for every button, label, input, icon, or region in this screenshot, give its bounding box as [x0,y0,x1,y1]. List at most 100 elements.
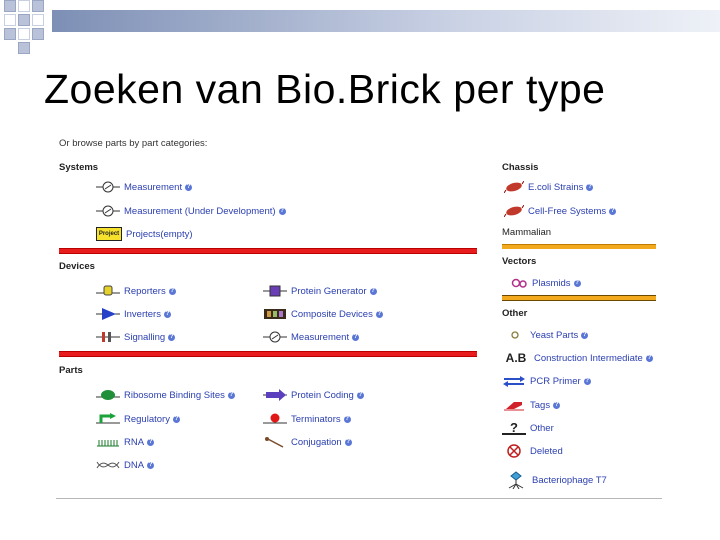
category-label: Composite Devices [291,308,373,320]
help-icon[interactable]: ? [343,415,351,423]
section-systems: Systems [59,162,99,173]
decor-square [18,0,30,12]
category-label: Measurement [291,331,350,343]
category-label: Plasmids [532,277,571,289]
help-icon[interactable]: ? [278,207,286,215]
conjugation-icon [263,436,287,448]
category-label: Regulatory [124,413,170,425]
decor-square [32,14,44,26]
category-link-terminators[interactable]: Terminators ? [263,412,351,426]
decor-square [18,14,30,26]
help-icon[interactable]: ? [583,377,591,385]
category-link-projects[interactable]: Project Projects(empty) [96,227,193,241]
section-vectors: Vectors [502,256,537,267]
help-icon[interactable]: ? [185,183,193,191]
help-icon[interactable]: ? [581,331,589,339]
title-bar-gradient [52,10,720,32]
section-mammalian: Mammalian [502,227,552,238]
category-link-plasmids[interactable]: Plasmids ? [510,276,581,290]
help-icon[interactable]: ? [168,287,176,295]
category-link-regulatory[interactable]: Regulatory ? [96,412,180,426]
help-icon[interactable]: ? [147,438,155,446]
help-icon[interactable]: ? [369,287,377,295]
category-link-dna[interactable]: DNA ? [96,458,155,472]
measurement-icon [263,331,287,343]
help-icon[interactable]: ? [147,461,155,469]
category-link-signalling[interactable]: Signalling ? [96,330,176,344]
category-label: Ribosome Binding Sites [124,389,225,401]
help-icon[interactable]: ? [168,333,176,341]
project-icon: Project [96,227,122,241]
category-link-reporters[interactable]: Reporters ? [96,284,176,298]
help-icon[interactable]: ? [553,401,561,409]
question-icon: ? [502,420,526,435]
help-icon[interactable]: ? [344,438,352,446]
help-icon[interactable]: ? [356,391,364,399]
category-label: PCR Primer [530,375,581,387]
category-link-cell-free-systems[interactable]: Cell-Free Systems ? [504,204,617,218]
category-link-measurement-device[interactable]: Measurement ? [263,330,360,344]
category-link-measurement-under-development[interactable]: Measurement (Under Development) ? [96,204,286,218]
section-divider-orange [502,295,656,301]
help-icon[interactable]: ? [352,333,360,341]
category-label: Protein Generator [291,285,367,297]
category-label: Measurement [124,181,183,193]
category-link-protein-coding[interactable]: Protein Coding ? [263,388,364,402]
reporter-icon [96,285,120,297]
decor-square [4,14,16,26]
help-icon[interactable]: ? [227,391,235,399]
tag-icon [502,399,526,411]
category-link-deleted[interactable]: Deleted [502,444,563,458]
help-icon[interactable]: ? [645,354,653,362]
measurement-icon [96,181,120,193]
category-label: Yeast Parts [530,329,579,341]
section-divider-orange [502,244,656,249]
panel-bottom-divider [56,498,662,499]
category-label: Measurement (Under Development) [124,205,276,217]
parts-browser-panel: Or browse parts by part categories: Syst… [56,134,664,506]
help-icon[interactable]: ? [573,279,581,287]
category-link-bacteriophage-t7[interactable]: Bacteriophage T7 [504,471,607,489]
help-icon[interactable]: ? [375,310,383,318]
measurement-icon [96,205,120,217]
category-link-composite-devices[interactable]: Composite Devices ? [263,307,383,321]
section-divider-red [59,248,477,254]
category-link-protein-generator[interactable]: Protein Generator ? [263,284,377,298]
category-link-rna[interactable]: RNA ? [96,435,155,449]
category-link-pcr-primer[interactable]: PCR Primer ? [502,374,591,388]
category-link-inverters[interactable]: Inverters ? [96,307,171,321]
category-link-conjugation[interactable]: Conjugation ? [263,435,352,449]
pcr-primer-icon [502,375,526,387]
protein-coding-icon [263,389,287,401]
category-link-measurement[interactable]: Measurement ? [96,180,193,194]
category-label: RNA [124,436,145,448]
category-link-construction-intermediate[interactable]: A.B Construction Intermediate ? [502,351,653,365]
help-icon[interactable]: ? [172,415,180,423]
protein-generator-icon [263,285,287,297]
category-link-other[interactable]: ? Other [502,420,554,435]
yeast-icon [508,329,526,341]
category-label: Protein Coding [291,389,354,401]
category-link-yeast-parts[interactable]: Yeast Parts ? [508,328,589,342]
category-label: Tags [530,399,551,411]
category-label: Other [530,422,554,434]
category-link-ribosome-binding-sites[interactable]: Ribosome Binding Sites ? [96,388,235,402]
section-other: Other [502,308,528,319]
rna-icon [96,436,120,448]
help-icon[interactable]: ? [163,310,171,318]
help-icon[interactable]: ? [609,207,617,215]
inverter-icon [96,308,120,320]
decor-square [32,0,44,12]
category-label: E.coli Strains [528,181,584,193]
category-label: Bacteriophage T7 [532,474,607,486]
regulatory-icon [96,413,120,425]
category-label: Deleted [530,445,563,457]
intro-text: Or browse parts by part categories: [59,138,208,149]
decor-square [32,28,44,40]
decor-square [4,28,16,40]
category-link-ecoli-strains[interactable]: E.coli Strains ? [504,180,594,194]
category-label: Signalling [124,331,166,343]
help-icon[interactable]: ? [586,183,594,191]
section-parts: Parts [59,365,83,376]
category-link-tags[interactable]: Tags ? [502,398,561,412]
